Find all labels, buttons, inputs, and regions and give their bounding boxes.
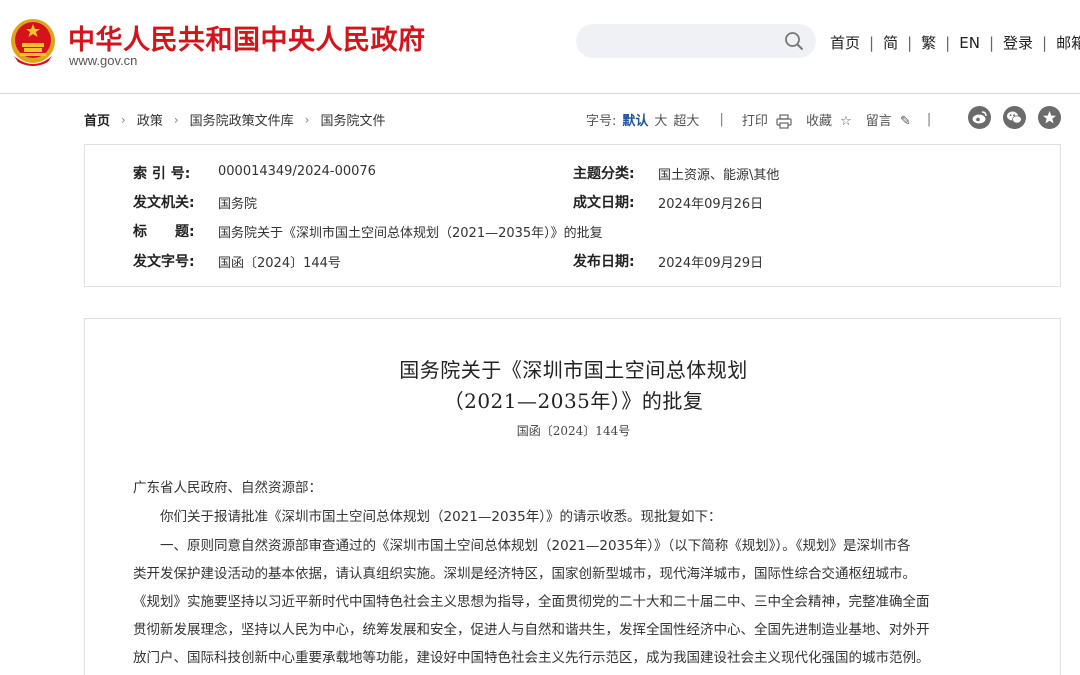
article-paragraph: 广东省人民政府、自然资源部： bbox=[133, 480, 322, 496]
star-outline-icon: ☆ bbox=[840, 114, 852, 129]
chevron-right-icon: › bbox=[173, 112, 179, 127]
breadcrumb-home[interactable]: 首页 bbox=[84, 110, 110, 129]
nav-simplified[interactable]: 简 bbox=[883, 32, 898, 53]
publish-date-value: 2024年09月29日 bbox=[658, 256, 764, 271]
print-button[interactable]: 打印 bbox=[742, 110, 792, 129]
written-date-label: 成文日期: bbox=[573, 195, 635, 211]
search-input[interactable] bbox=[592, 30, 772, 52]
article-paragraph: 你们关于报请批准《深圳市国土空间总体规划（2021—2035年）》的请示收悉。现… bbox=[133, 509, 722, 525]
favorite-share-button[interactable] bbox=[1038, 106, 1061, 129]
font-size-large[interactable]: 大 bbox=[654, 110, 667, 129]
search-icon[interactable] bbox=[784, 31, 804, 51]
doc-no-label: 发文字号: bbox=[133, 254, 195, 270]
nav-separator: | bbox=[907, 33, 913, 52]
site-title[interactable]: 中华人民共和国中央人民政府 bbox=[68, 18, 426, 57]
written-date-value: 2024年09月26日 bbox=[658, 197, 764, 212]
issuer-label: 发文机关: bbox=[133, 195, 195, 211]
title-value: 国务院关于《深圳市国土空间总体规划（2021—2035年）》的批复 bbox=[218, 226, 603, 241]
issuer-value: 国务院 bbox=[218, 197, 258, 212]
font-size-label: 字号: bbox=[586, 114, 617, 129]
category-label: 主题分类: bbox=[573, 166, 635, 182]
favorite-button[interactable]: 收藏 ☆ bbox=[806, 110, 852, 129]
national-emblem-icon[interactable] bbox=[8, 16, 58, 68]
nav-mail[interactable]: 邮箱 bbox=[1056, 32, 1080, 53]
wechat-icon bbox=[1007, 111, 1022, 124]
font-size-xlarge[interactable]: 超大 bbox=[673, 110, 699, 129]
article-doc-number: 国函〔2024〕144号 bbox=[516, 424, 631, 438]
print-label: 打印 bbox=[741, 114, 768, 129]
chevron-right-icon: › bbox=[304, 112, 310, 127]
breadcrumb: 首页 › 政策 › 国务院政策文件库 › 国务院文件 bbox=[84, 110, 386, 130]
printer-icon bbox=[776, 114, 792, 129]
breadcrumb-policy-library[interactable]: 国务院政策文件库 bbox=[190, 110, 294, 129]
comment-label: 留言 bbox=[865, 114, 892, 129]
nav-separator: | bbox=[945, 33, 951, 52]
article-tools: 字号: 默认 大 超大 | 打印 收藏 ☆ 留言 ✎ | bbox=[586, 110, 931, 129]
article-paragraph: 《规划》实施要坚持以习近平新时代中国特色社会主义思想为指导，全面贯彻党的二十大和… bbox=[133, 594, 930, 610]
category-value: 国土资源、能源\其他 bbox=[658, 168, 780, 183]
article-body: 国务院关于《深圳市国土空间总体规划 （2021—2035年）》的批复 国函〔20… bbox=[84, 318, 1061, 675]
breadcrumb-state-council-docs[interactable]: 国务院文件 bbox=[320, 110, 385, 129]
title-label: 标 题: bbox=[133, 224, 195, 240]
wechat-share-button[interactable] bbox=[1003, 106, 1026, 129]
nav-english[interactable]: EN bbox=[959, 34, 980, 52]
nav-traditional[interactable]: 繁 bbox=[921, 32, 936, 53]
article-paragraph: 贯彻新发展理念，坚持以人民为中心，统筹发展和安全，促进人与自然和谐共生，发挥全国… bbox=[133, 622, 930, 638]
nav-separator: | bbox=[988, 33, 994, 52]
tool-separator: | bbox=[719, 112, 724, 127]
site-header: 中华人民共和国中央人民政府 www.gov.cn 首页 | 简 | 繁 | EN… bbox=[0, 0, 1080, 94]
weibo-icon bbox=[972, 111, 987, 124]
breadcrumb-policy[interactable]: 政策 bbox=[137, 110, 163, 129]
pencil-icon: ✎ bbox=[899, 114, 911, 129]
document-metadata: 索 引 号: 000014349/2024-00076 主题分类: 国土资源、能… bbox=[84, 144, 1061, 287]
comment-button[interactable]: 留言 ✎ bbox=[866, 110, 911, 129]
article-paragraph: 类开发保护建设活动的基本依据，请认真组织实施。深圳是经济特区，国家创新型城市，现… bbox=[133, 566, 916, 582]
tool-separator: | bbox=[926, 112, 932, 127]
article-title-line2: （2021—2035年）》的批复 bbox=[443, 389, 704, 413]
article-paragraph: 放门户、国际科技创新中心重要承载地等功能，建设好中国特色社会主义先行示范区，成为… bbox=[133, 650, 930, 666]
nav-home[interactable]: 首页 bbox=[830, 32, 860, 53]
nav-separator: | bbox=[869, 33, 875, 52]
favorite-label: 收藏 bbox=[805, 114, 832, 129]
index-no-label: 索 引 号: bbox=[133, 166, 191, 182]
weibo-share-button[interactable] bbox=[968, 106, 991, 129]
nav-login[interactable]: 登录 bbox=[1003, 32, 1033, 53]
site-domain[interactable]: www.gov.cn bbox=[69, 53, 137, 68]
top-nav: 首页 | 简 | 繁 | EN | 登录 | 邮箱 bbox=[830, 32, 1080, 53]
font-size-default[interactable]: 默认 bbox=[622, 110, 648, 129]
nav-separator: | bbox=[1042, 33, 1048, 52]
article-paragraph: 一、原则同意自然资源部审查通过的《深圳市国土空间总体规划（2021—2035年）… bbox=[133, 538, 911, 554]
doc-no-value: 国函〔2024〕144号 bbox=[218, 256, 341, 271]
article-title-line1: 国务院关于《深圳市国土空间总体规划 bbox=[399, 358, 748, 382]
chevron-right-icon: › bbox=[121, 112, 126, 127]
publish-date-label: 发布日期: bbox=[573, 254, 635, 270]
search-box bbox=[576, 24, 816, 58]
index-no-value: 000014349/2024-00076 bbox=[218, 164, 376, 179]
star-icon bbox=[1043, 111, 1056, 124]
